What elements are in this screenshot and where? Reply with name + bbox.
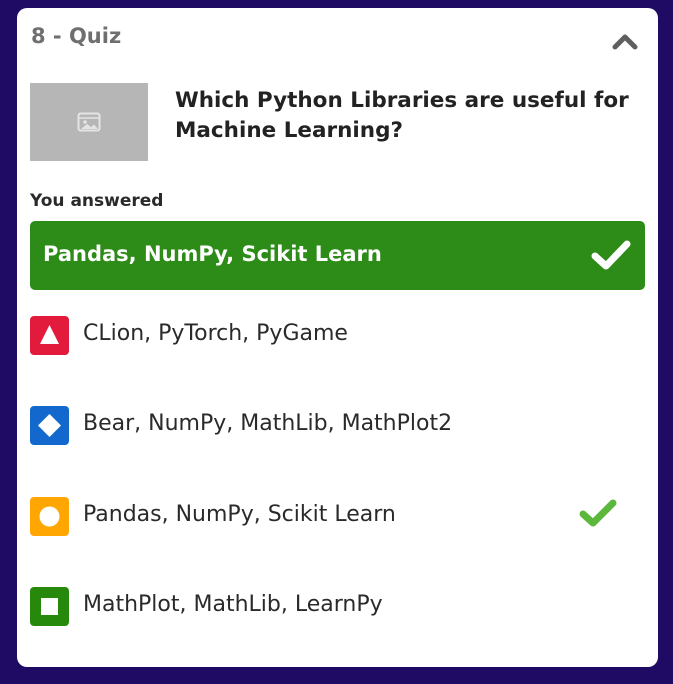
answer-option-label: CLion, PyTorch, PyGame: [83, 321, 348, 346]
checkmark-icon: [591, 240, 631, 270]
square-icon: [30, 587, 69, 626]
answer-option-label: MathPlot, MathLib, LearnPy: [83, 592, 383, 617]
quiz-card: 8 - Quiz Which Python Libraries are usef…: [17, 8, 658, 667]
triangle-icon: [30, 316, 69, 355]
answer-option-4[interactable]: MathPlot, MathLib, LearnPy: [30, 584, 645, 628]
image-placeholder-icon: [77, 112, 101, 132]
question-thumbnail: [30, 83, 148, 161]
you-answered-label: You answered: [30, 191, 164, 211]
answer-option-1[interactable]: CLion, PyTorch, PyGame: [30, 313, 645, 357]
chevron-up-icon: [612, 34, 638, 50]
answer-option-3[interactable]: Pandas, NumPy, Scikit Learn: [30, 494, 645, 538]
question-text: Which Python Libraries are useful for Ma…: [175, 88, 629, 143]
quiz-header: 8 - Quiz: [31, 24, 644, 54]
quiz-title: 8 - Quiz: [31, 24, 122, 48]
answer-option-label: Bear, NumPy, MathLib, MathPlot2: [83, 411, 453, 436]
correct-checkmark-icon: [579, 499, 617, 527]
diamond-icon: [30, 406, 69, 445]
answer-option-label: Pandas, NumPy, Scikit Learn: [83, 502, 396, 527]
selected-answer-text: Pandas, NumPy, Scikit Learn: [43, 242, 382, 266]
collapse-button[interactable]: [612, 30, 638, 52]
selected-answer-banner: Pandas, NumPy, Scikit Learn: [30, 221, 645, 290]
circle-icon: [30, 497, 69, 536]
question-block: Which Python Libraries are useful for Ma…: [30, 83, 644, 163]
answer-option-2[interactable]: Bear, NumPy, MathLib, MathPlot2: [30, 403, 645, 447]
